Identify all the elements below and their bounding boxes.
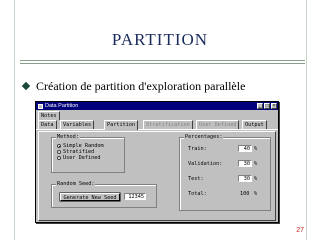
test-input[interactable]: 30: [238, 175, 252, 182]
tab-data[interactable]: Data: [38, 120, 57, 129]
maximize-icon[interactable]: □: [264, 103, 270, 109]
radio-button-icon[interactable]: [57, 156, 61, 160]
tab-user-defined: User Defined: [196, 120, 240, 129]
seed-input[interactable]: 12345: [124, 193, 146, 200]
close-icon[interactable]: ×: [271, 103, 277, 109]
radio-button-icon[interactable]: [57, 150, 61, 154]
bullet-text: Création de partition d'exploration para…: [36, 79, 246, 93]
tab-output[interactable]: Output: [242, 120, 267, 129]
total-label: Total:: [188, 191, 207, 197]
generate-new-seed-button[interactable]: Generate New Seed: [60, 193, 120, 201]
tab-baseline: [36, 129, 278, 130]
tab-stratification: Stratification: [143, 120, 193, 129]
partition-panel: Method: Simple Random Stratified User De…: [38, 131, 276, 221]
tab-partition[interactable]: Partition: [104, 120, 139, 130]
tab-variables[interactable]: Variables: [60, 120, 95, 129]
random-seed-group: Random Seed: Generate New Seed 12345: [51, 181, 157, 208]
window-titlebar[interactable]: Data Partition _ □ ×: [36, 102, 278, 110]
train-input[interactable]: 40: [238, 145, 252, 152]
data-partition-window: Data Partition _ □ × Notes Data Variable…: [35, 101, 279, 223]
page-number: 27: [296, 227, 304, 234]
total-unit: %: [254, 191, 258, 197]
tab-notes[interactable]: Notes: [38, 111, 60, 120]
bullet-diamond-icon: [21, 81, 31, 91]
radio-button-selected-icon[interactable]: [57, 144, 61, 148]
percentages-label: Percentages:: [184, 134, 224, 140]
tab-strip: Notes Data Variables Partition Stratific…: [36, 110, 278, 130]
radio-user-defined-label: User Defined: [63, 155, 101, 161]
validation-unit: %: [254, 161, 258, 167]
random-seed-label: Random Seed:: [56, 181, 96, 187]
percentages-group: Percentages: Train: 40 % Validation: 30 …: [179, 134, 271, 211]
title-divider-bottom: [20, 63, 305, 64]
validation-input[interactable]: 30: [238, 160, 252, 167]
train-label: Train:: [188, 146, 207, 152]
test-label: Test:: [188, 176, 204, 182]
method-label: Method:: [56, 134, 80, 140]
validation-label: Validation:: [188, 161, 223, 167]
window-controls: _ □ ×: [257, 103, 278, 109]
test-unit: %: [254, 176, 258, 182]
window-title: Data Partition: [45, 103, 79, 109]
slide-title: PARTITION: [111, 30, 209, 49]
method-group: Method: Simple Random Stratified User De…: [51, 134, 125, 173]
bullet-item: Création de partition d'exploration para…: [21, 79, 246, 94]
app-icon: [38, 103, 43, 109]
total-value: 100: [240, 191, 250, 197]
minimize-icon[interactable]: _: [257, 103, 263, 109]
radio-user-defined[interactable]: User Defined: [57, 155, 100, 161]
title-divider-top: [20, 60, 305, 61]
train-unit: %: [254, 146, 258, 152]
